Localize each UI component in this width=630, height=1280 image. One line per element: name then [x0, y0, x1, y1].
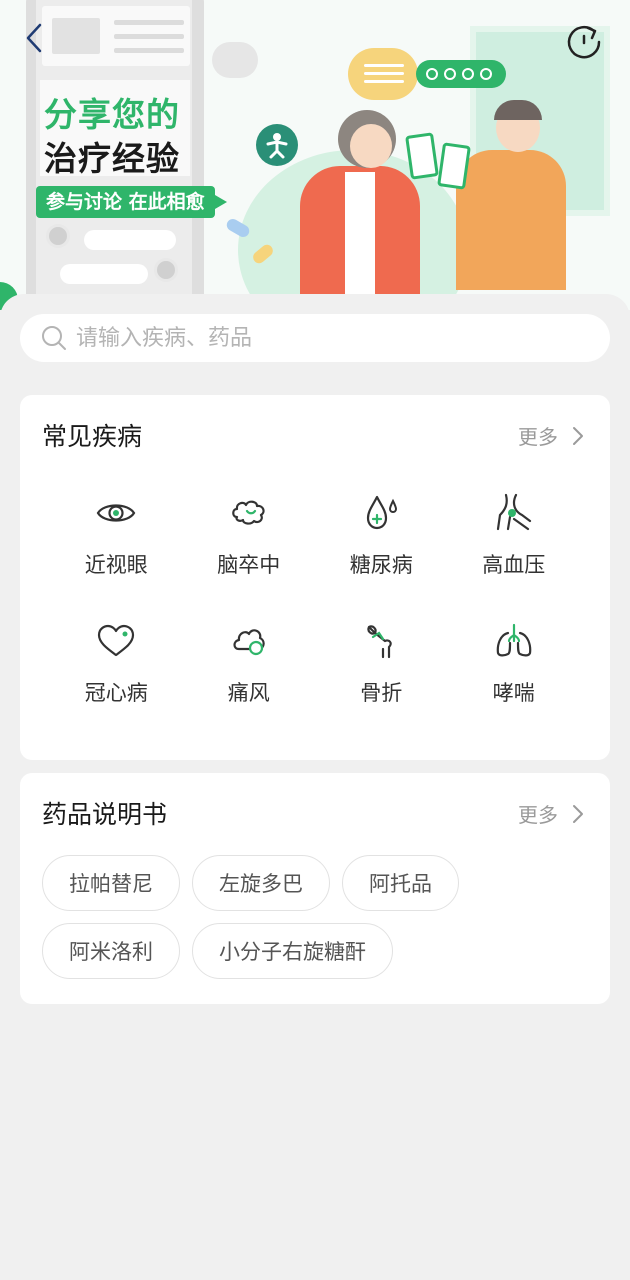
- hero-tagline: 参与讨论 在此相愈: [36, 186, 227, 218]
- bone-icon: [367, 625, 392, 659]
- common-diseases-card: 常见疾病 更多 近视眼 脑卒中 糖尿病 高血压 冠心病 痛风 骨折 哮喘: [20, 395, 610, 760]
- drug-tag[interactable]: 阿米洛利: [42, 923, 180, 979]
- hero-banner: 分享您的 治疗经验 参与讨论 在此相愈: [0, 0, 630, 310]
- refresh-icon: [567, 26, 601, 59]
- disease-item-gout[interactable]: 痛风: [183, 619, 316, 707]
- diseases-more-link[interactable]: 更多: [518, 421, 584, 450]
- blood-vessel-icon: [496, 493, 531, 531]
- disease-item-asthma[interactable]: 哮喘: [448, 619, 581, 707]
- blood-drop-icon: [367, 495, 398, 530]
- disease-item-diabetes[interactable]: 糖尿病: [315, 491, 448, 579]
- disease-item-coronary[interactable]: 冠心病: [50, 619, 183, 707]
- back-button[interactable]: [16, 20, 52, 56]
- disease-grid: 近视眼 脑卒中 糖尿病 高血压 冠心病 痛风 骨折 哮喘: [50, 491, 580, 707]
- section-title: 常见疾病: [42, 422, 143, 451]
- chevron-left-icon: [26, 23, 42, 53]
- lungs-icon: [496, 623, 532, 657]
- chevron-right-icon: [573, 426, 583, 445]
- gout-icon: [233, 629, 265, 656]
- drug-instructions-card: 药品说明书 更多 拉帕替尼 左旋多巴 阿托品 阿米洛利 小分子右旋糖酐: [20, 773, 610, 1004]
- search-icon: [42, 326, 66, 350]
- disease-item-hypertension[interactable]: 高血压: [448, 491, 581, 579]
- section-title: 药品说明书: [42, 800, 168, 829]
- speech-bubble: [348, 48, 418, 100]
- search-bar[interactable]: [20, 314, 610, 362]
- chevron-right-icon: [573, 804, 583, 823]
- disease-item-myopia[interactable]: 近视眼: [50, 491, 183, 579]
- drug-tag[interactable]: 左旋多巴: [192, 855, 330, 911]
- drug-tag[interactable]: 小分子右旋糖酐: [192, 923, 393, 979]
- drug-tag[interactable]: 拉帕替尼: [42, 855, 180, 911]
- refresh-button[interactable]: [562, 20, 606, 64]
- exercise-badge: [256, 124, 298, 166]
- disease-item-fracture[interactable]: 骨折: [315, 619, 448, 707]
- hero-title-line1: 分享您的: [44, 95, 180, 134]
- chat-bubble: [416, 60, 506, 88]
- search-input[interactable]: [76, 325, 576, 351]
- brain-icon: [231, 500, 265, 525]
- man-illustration: [456, 150, 566, 290]
- disease-item-stroke[interactable]: 脑卒中: [183, 491, 316, 579]
- hero-title-line2: 治疗经验: [44, 139, 180, 178]
- drugs-more-link[interactable]: 更多: [518, 799, 584, 828]
- chat-avatar: [46, 224, 70, 248]
- drug-tag-list: 拉帕替尼 左旋多巴 阿托品 阿米洛利 小分子右旋糖酐: [42, 855, 602, 979]
- heart-icon: [98, 624, 135, 657]
- eye-icon: [96, 504, 136, 522]
- drug-tag[interactable]: 阿托品: [342, 855, 459, 911]
